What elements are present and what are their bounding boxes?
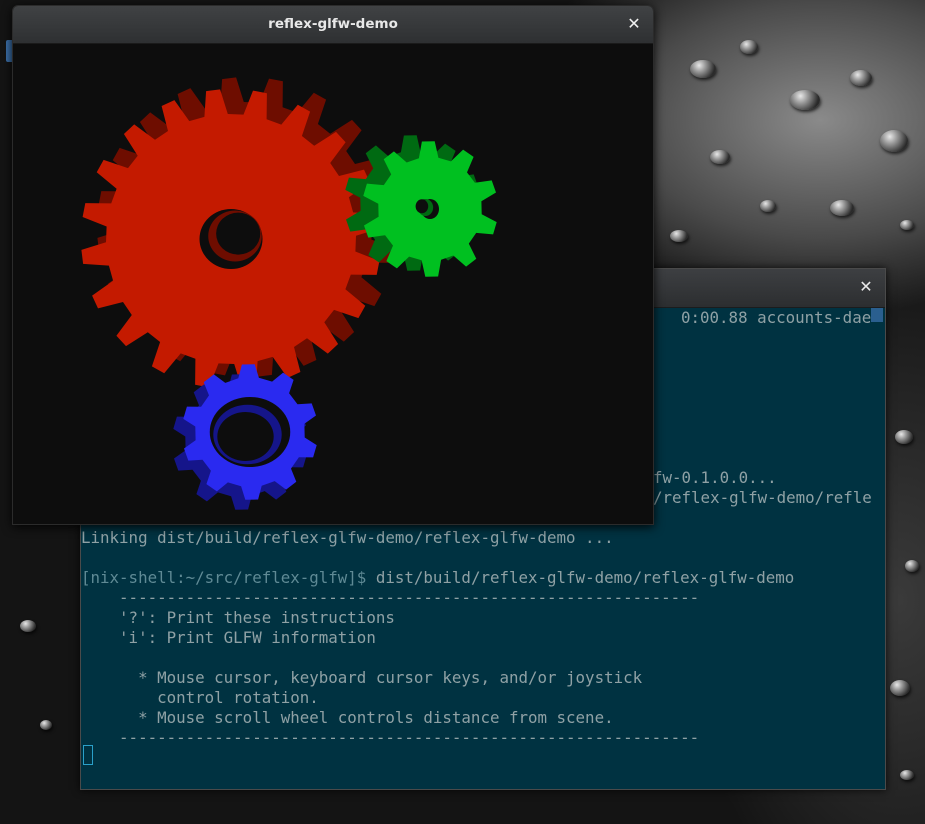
close-icon[interactable]: ✕ [857, 278, 875, 296]
water-drop [710, 150, 730, 164]
red-gear [81, 77, 397, 389]
terminal-line-build: fw-0.1.0.0... [653, 468, 777, 487]
water-drop [740, 40, 758, 54]
terminal-line-help: 'i': Print GLFW information [81, 628, 376, 647]
blue-gear [173, 364, 317, 510]
water-drop [895, 430, 913, 444]
water-drop [670, 230, 688, 242]
terminal-line-linking: Linking dist/build/reflex-glfw-demo/refl… [81, 528, 614, 547]
water-drop [40, 720, 52, 730]
shell-prompt: [nix-shell:~/src/reflex-glfw]$ [81, 568, 367, 587]
red-gear-hole-inner [216, 212, 261, 255]
terminal-line-prompt: [nix-shell:~/src/reflex-glfw]$ dist/buil… [81, 568, 794, 588]
terminal-line-rule: ----------------------------------------… [81, 588, 700, 607]
water-drop [880, 130, 908, 152]
terminal-line-help: control rotation. [81, 688, 319, 707]
water-drop [850, 70, 872, 86]
terminal-line-help: '?': Print these instructions [81, 608, 395, 627]
green-gear-hole-inner [415, 199, 429, 214]
water-drop [20, 620, 36, 632]
terminal-line-build: /reflex-glfw-demo/refle [653, 488, 872, 507]
water-drop [790, 90, 820, 110]
water-drop [890, 680, 910, 696]
water-drop [830, 200, 854, 216]
scroll-marker [871, 308, 883, 322]
terminal-line-help: * Mouse cursor, keyboard cursor keys, an… [81, 668, 643, 687]
shell-command: dist/build/reflex-glfw-demo/reflex-glfw-… [366, 568, 795, 587]
water-drop [690, 60, 716, 78]
close-icon[interactable]: ✕ [625, 15, 643, 33]
terminal-line-rule: ----------------------------------------… [81, 728, 700, 747]
water-drop [760, 200, 776, 212]
water-drop [900, 220, 914, 230]
gears-canvas[interactable] [13, 44, 653, 524]
blue-gear-hole-inner [217, 412, 274, 461]
gl-demo-window[interactable]: reflex-glfw-demo ✕ [12, 5, 654, 525]
terminal-line-help: * Mouse scroll wheel controls distance f… [81, 708, 614, 727]
water-drop [905, 560, 919, 572]
window-title: reflex-glfw-demo [268, 16, 398, 32]
terminal-line-htop: 0:00.88 accounts-dae [681, 308, 872, 327]
gl-titlebar[interactable]: reflex-glfw-demo ✕ [13, 6, 653, 44]
terminal-cursor [83, 745, 93, 765]
water-drop [900, 770, 914, 780]
